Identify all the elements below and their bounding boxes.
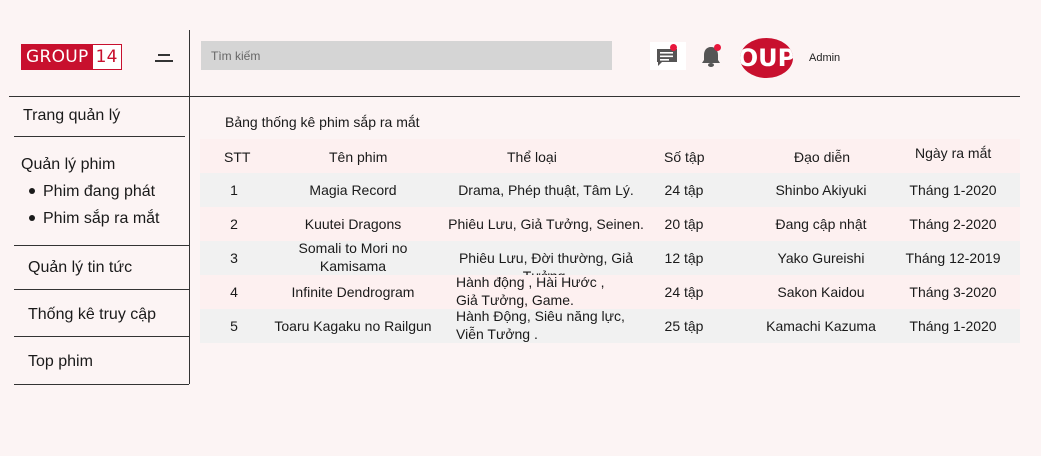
bullet-icon: [29, 187, 35, 194]
avatar-text: OUP: [740, 44, 793, 72]
cell-release-date: Tháng 1-2020: [843, 317, 1041, 335]
cell-text-line: Tháng 3-2020: [909, 284, 997, 300]
cell-release-date: Tháng 3-2020: [843, 283, 1041, 301]
table-row[interactable]: 2 Kuutei Dragons Phiêu Lưu, Giả Tưởng, Sei…: [200, 207, 1020, 241]
table-row[interactable]: 1 Magia Record Drama, Phép thuật, Tâm Lý. 2…: [200, 173, 1020, 207]
cell-movie-name: Somali to Mori no Kamisama: [243, 239, 463, 275]
messages-button[interactable]: [650, 42, 686, 70]
cell-text-line: Somali to Mori no: [298, 240, 408, 256]
chat-icon: [657, 49, 677, 66]
column-header-name: Tên phim: [329, 149, 388, 165]
sidebar-separator: [14, 245, 189, 246]
column-header-genre: Thể loại: [507, 149, 557, 165]
cell-movie-name: Infinite Dendrogram: [243, 283, 463, 301]
cell-release-date: Tháng 12-2019: [843, 249, 1041, 267]
logo-text-number: 14: [92, 45, 121, 69]
hamburger-menu-icon[interactable]: [155, 54, 173, 62]
avatar[interactable]: OUP: [740, 38, 793, 78]
cell-movie-name: Kuutei Dragons: [243, 215, 463, 233]
logo-text-group: GROUP: [22, 45, 93, 69]
cell-text-line: Magia Record: [309, 182, 397, 198]
bullet-icon: [29, 214, 35, 221]
cell-text-line: Kuutei Dragons: [304, 216, 402, 232]
sidebar-separator: [14, 136, 185, 137]
message-notification-dot: [670, 44, 677, 51]
notifications-button[interactable]: [697, 42, 727, 70]
column-header-director: Đạo diễn: [794, 149, 851, 165]
cell-text-line: Tháng 12-2019: [905, 250, 1001, 266]
table-header-row: STT Tên phim Thể loại Số tập Đạo diễn Ng…: [200, 139, 1020, 173]
table-row[interactable]: 3 Somali to Mori no Kamisama Phiêu Lưu, Đời…: [200, 239, 1020, 284]
cell-text-line: Toaru Kagaku no Railgun: [274, 318, 432, 334]
cell-text-line: Tháng 1-2020: [909, 182, 997, 198]
user-name[interactable]: Admin: [809, 52, 840, 64]
cell-text-line: Tháng 1-2020: [909, 318, 997, 334]
table-row[interactable]: 5 Toaru Kagaku no Railgun Hành Động, Siêu …: [200, 308, 1020, 343]
bell-icon: [702, 47, 720, 67]
cell-text-line: Kamisama: [319, 258, 387, 274]
cell-movie-name: Toaru Kagaku no Railgun: [243, 317, 463, 335]
sidebar-separator: [14, 384, 189, 385]
cell-movie-name: Magia Record: [243, 181, 463, 199]
header-divider: [9, 96, 1020, 97]
column-header-release: Ngày ra mắt: [915, 145, 992, 161]
sidebar-item-movies[interactable]: Quản lý phim: [21, 156, 115, 174]
column-header-episodes: Số tập: [664, 149, 705, 165]
cell-release-date: Tháng 2-2020: [843, 215, 1041, 233]
search-input[interactable]: [201, 41, 612, 70]
table-title: Bảng thống kê phim sắp ra mắt: [225, 114, 420, 130]
bell-notification-dot: [714, 44, 721, 51]
sidebar-item-top-movies[interactable]: Top phim: [28, 353, 93, 371]
column-header-stt: STT: [224, 149, 251, 165]
sidebar-item-news[interactable]: Quản lý tin tức: [28, 259, 132, 277]
cell-release-date: Tháng 1-2020: [843, 181, 1041, 199]
table-row[interactable]: 4 Infinite Dendrogram Hành động , Hài Hước…: [200, 274, 1020, 309]
sidebar-item-dashboard[interactable]: Trang quản lý: [23, 107, 120, 125]
cell-text-line: Tháng 2-2020: [909, 216, 997, 232]
brand-logo[interactable]: GROUP 14: [21, 44, 122, 70]
sidebar-separator: [14, 336, 189, 337]
cell-text-line: Infinite Dendrogram: [291, 284, 415, 300]
